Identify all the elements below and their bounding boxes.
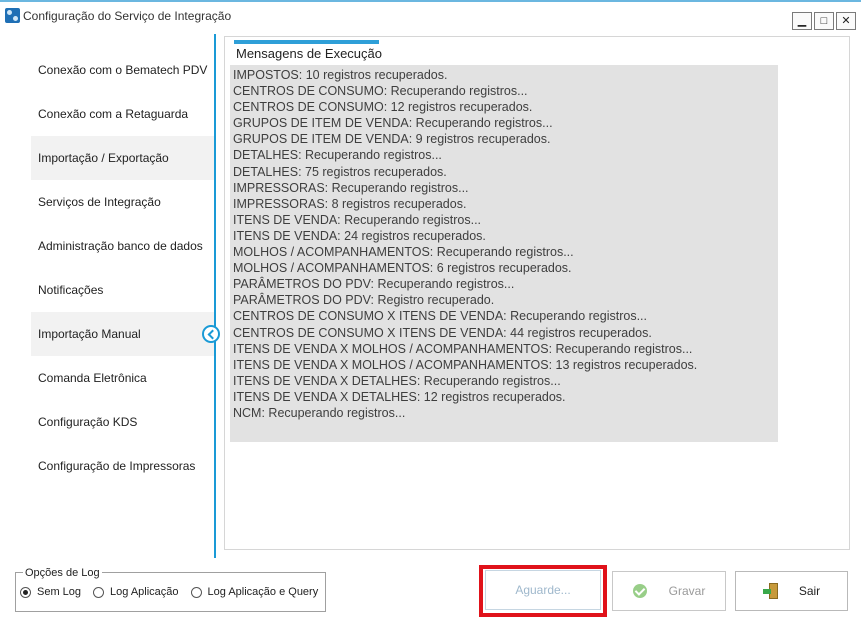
log-line: MOLHOS / ACOMPANHAMENTOS: Recuperando re… bbox=[233, 245, 574, 260]
log-line: GRUPOS DE ITEM DE VENDA: Recuperando reg… bbox=[233, 116, 553, 131]
radio-unchecked-icon[interactable] bbox=[93, 586, 105, 598]
radio-log-aplicacao-label: Log Aplicação bbox=[110, 586, 179, 598]
log-options-label: Opções de Log bbox=[23, 567, 102, 579]
log-line: ITENS DE VENDA: Recuperando registros... bbox=[233, 212, 482, 227]
log-line: ITENS DE VENDA X MOLHOS / ACOMPANHAMENTO… bbox=[233, 341, 693, 356]
window-controls: ▁ □ ✕ bbox=[792, 12, 856, 30]
exit-button[interactable]: Sair bbox=[735, 571, 848, 611]
check-icon bbox=[632, 584, 647, 598]
sidebar-divider bbox=[214, 34, 216, 558]
collapse-sidebar-icon[interactable] bbox=[202, 325, 220, 343]
log-line: IMPOSTOS: 10 registros recuperados. bbox=[233, 68, 448, 82]
log-line: CENTROS DE CONSUMO: Recuperando registro… bbox=[233, 84, 528, 99]
sidebar-item-comanda-eletronica[interactable]: Comanda Eletrônica bbox=[31, 356, 214, 400]
radio-sem-log[interactable]: Sem Log bbox=[20, 586, 81, 598]
radio-unchecked-icon[interactable] bbox=[190, 586, 202, 598]
window-title: Configuração do Serviço de Integração bbox=[23, 9, 232, 23]
sidebar-item-conexao-retaguarda[interactable]: Conexão com a Retaguarda bbox=[31, 92, 214, 136]
radio-log-aplicacao-query[interactable]: Log Aplicação e Query bbox=[190, 586, 319, 598]
sidebar-item-administracao-bd[interactable]: Administração banco de dados bbox=[31, 224, 214, 268]
execution-messages-title: Mensagens de Execução bbox=[236, 46, 382, 61]
sidebar-item-configuracao-impressoras[interactable]: Configuração de Impressoras bbox=[31, 444, 214, 488]
minimize-button[interactable]: ▁ bbox=[792, 12, 812, 30]
log-line: DETALHES: 75 registros recuperados. bbox=[233, 164, 447, 179]
group-accent-bar bbox=[234, 40, 379, 44]
log-line: PARÂMETROS DO PDV: Registro recuperado. bbox=[233, 293, 495, 308]
radio-checked-icon[interactable] bbox=[20, 586, 31, 598]
wait-button[interactable]: Aguarde... bbox=[485, 570, 601, 610]
title-bar: Configuração do Serviço de Integração ▁ … bbox=[0, 2, 861, 30]
sidebar-item-importacao-manual[interactable]: Importação Manual bbox=[31, 312, 214, 356]
radio-log-aplicacao-query-label: Log Aplicação e Query bbox=[207, 586, 319, 598]
log-line: IMPRESSORAS: 8 registros recuperados. bbox=[233, 196, 467, 211]
log-line: MOLHOS / ACOMPANHAMENTOS: 6 registros re… bbox=[233, 261, 572, 276]
log-line: GRUPOS DE ITEM DE VENDA: 9 registros rec… bbox=[233, 132, 551, 147]
log-line: ITENS DE VENDA X DETALHES: Recuperando r… bbox=[233, 373, 561, 388]
sidebar-item-configuracao-kds[interactable]: Configuração KDS bbox=[31, 400, 214, 444]
sidebar-item-importacao-exportacao[interactable]: Importação / Exportação bbox=[31, 136, 214, 180]
log-line: PARÂMETROS DO PDV: Recuperando registros… bbox=[233, 277, 515, 292]
exit-button-label: Sair bbox=[798, 584, 821, 598]
log-line: CENTROS DE CONSUMO X ITENS DE VENDA: 44 … bbox=[233, 325, 652, 340]
arrow-shape bbox=[762, 589, 771, 594]
log-line: DETALHES: Recuperando registros... bbox=[233, 148, 442, 163]
save-button-label: Gravar bbox=[668, 584, 706, 598]
save-button[interactable]: Gravar bbox=[612, 571, 726, 611]
sidebar-item-servicos-integracao[interactable]: Serviços de Integração bbox=[31, 180, 214, 224]
close-button[interactable]: ✕ bbox=[836, 12, 856, 30]
log-line: IMPRESSORAS: Recuperando registros... bbox=[233, 180, 469, 195]
log-line: ITENS DE VENDA X DETALHES: 12 registros … bbox=[233, 389, 566, 404]
log-line: CENTROS DE CONSUMO X ITENS DE VENDA: Rec… bbox=[233, 309, 647, 324]
exit-door-icon bbox=[762, 583, 779, 599]
log-options-radios: Sem Log Log Aplicação Log Aplicação e Qu… bbox=[20, 586, 330, 598]
log-line: CENTROS DE CONSUMO: 12 registros recuper… bbox=[233, 100, 533, 115]
app-gear-icon bbox=[5, 8, 20, 23]
radio-log-aplicacao[interactable]: Log Aplicação bbox=[93, 586, 179, 598]
wait-button-label: Aguarde... bbox=[515, 583, 571, 597]
maximize-button[interactable]: □ bbox=[814, 12, 834, 30]
execution-log[interactable]: IMPOSTOS: 10 registros recuperados. CENT… bbox=[230, 65, 778, 442]
radio-sem-log-label: Sem Log bbox=[37, 586, 82, 598]
sidebar-item-conexao-bematech[interactable]: Conexão com o Bematech PDV bbox=[31, 48, 214, 92]
log-line: NCM: Recuperando registros... bbox=[233, 405, 406, 420]
sidebar-item-notificacoes[interactable]: Notificações bbox=[31, 268, 214, 312]
log-line: ITENS DE VENDA X MOLHOS / ACOMPANHAMENTO… bbox=[233, 357, 698, 372]
log-line: ITENS DE VENDA: 24 registros recuperados… bbox=[233, 228, 486, 243]
sidebar-nav: Conexão com o Bematech PDV Conexão com a… bbox=[31, 48, 214, 488]
